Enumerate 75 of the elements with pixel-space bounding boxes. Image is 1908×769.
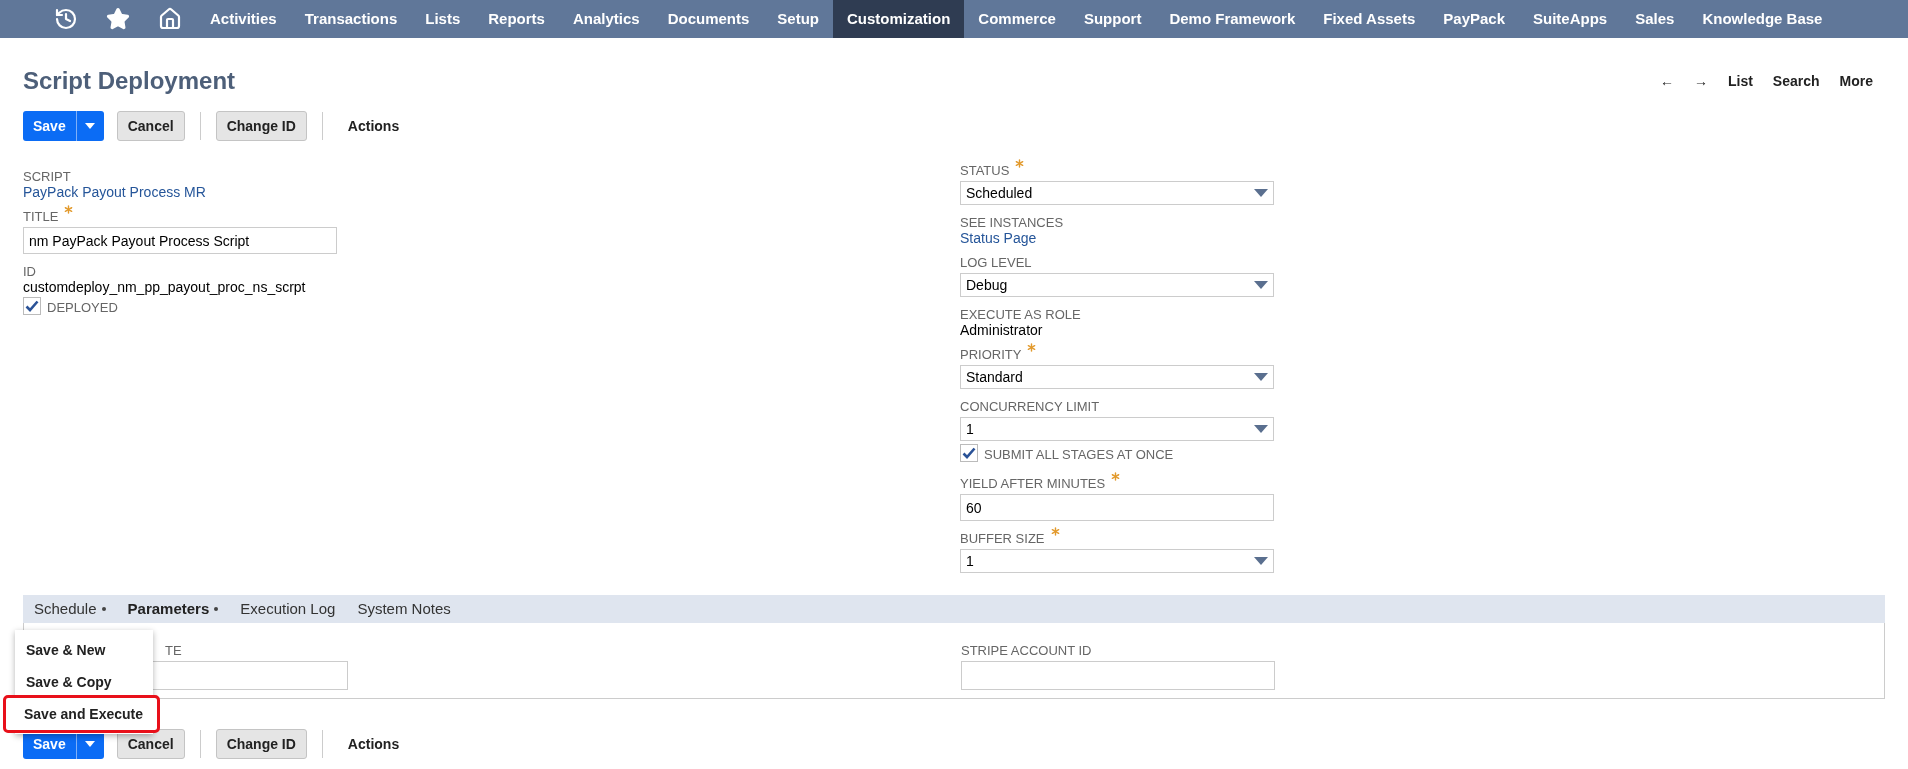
nav-item[interactable]: Lists	[411, 0, 475, 38]
page-nav-link[interactable]: ←	[1659, 70, 1674, 92]
nav-item[interactable]: Reports	[474, 0, 559, 38]
field-link[interactable]: Status Page	[960, 230, 1037, 247]
nav-item[interactable]: PayPack	[1429, 0, 1519, 38]
checkbox[interactable]	[23, 297, 41, 315]
nav-item[interactable]: Fixed Assets	[1309, 0, 1430, 38]
subtab[interactable]: Schedule	[34, 597, 106, 621]
field-label: SCRIPT	[23, 169, 71, 184]
nav-item[interactable]: Documents	[653, 0, 764, 38]
nav-item[interactable]: Customization	[833, 0, 965, 38]
checkbox-label: DEPLOYED	[47, 301, 118, 315]
page-nav-link[interactable]: More	[1839, 70, 1873, 92]
required-icon	[64, 205, 74, 214]
field-label: BUFFER SIZE	[960, 531, 1045, 546]
field-label: STRIPE ACCOUNT ID	[961, 643, 1093, 658]
field-value: customdeploy_nm_pp_payout_proc_ns_scrpt	[23, 279, 307, 296]
nav-item[interactable]: Setup	[763, 0, 833, 38]
field-label: TITLE	[23, 209, 59, 224]
required-icon	[1015, 159, 1025, 168]
field-label: TE	[164, 643, 183, 658]
page-nav-link[interactable]: Search	[1772, 70, 1820, 92]
field-label: EXECUTE AS ROLE	[960, 307, 1081, 322]
checkbox-label: SUBMIT ALL STAGES AT ONCE	[984, 448, 1174, 462]
nav-item[interactable]: Activities	[196, 0, 291, 38]
dropdown-arrow-icon	[1254, 189, 1268, 197]
dropdown-arrow-icon	[1254, 281, 1268, 289]
dropdown-arrow-icon	[1254, 373, 1268, 381]
required-icon	[1111, 472, 1121, 481]
menu-item[interactable]: Save and Execute	[6, 698, 157, 730]
subtab[interactable]: Execution Log	[240, 597, 336, 621]
required-icon	[1050, 527, 1060, 536]
page-nav-link[interactable]: →	[1693, 70, 1708, 92]
dropdown-field[interactable]: 1	[960, 549, 1274, 573]
field-label: LOG LEVEL	[960, 255, 1032, 270]
menu-item[interactable]: Save & New	[15, 634, 153, 666]
field-value: Administrator	[960, 322, 1044, 339]
nav-item[interactable]: Analytics	[558, 0, 654, 38]
caret-icon	[85, 123, 96, 129]
nav-item[interactable]: Transactions	[290, 0, 412, 38]
dropdown-field[interactable]: 1	[960, 417, 1274, 441]
nav-item[interactable]: Knowledge Base	[1688, 0, 1837, 38]
field-label: ID	[23, 264, 36, 279]
nav-item[interactable]: Commerce	[964, 0, 1070, 38]
caret-icon	[85, 741, 96, 747]
actions-button[interactable]: Actions	[337, 115, 410, 137]
required-icon	[1027, 343, 1037, 352]
dropdown-field[interactable]: Debug	[960, 273, 1274, 297]
toolbar-button[interactable]: Change ID	[215, 729, 307, 759]
page-title: Script Deployment	[23, 66, 236, 96]
subtab[interactable]: Parameters	[127, 597, 219, 621]
dropdown-arrow-icon	[1254, 425, 1268, 433]
dropdown-field[interactable]: Standard	[960, 365, 1274, 389]
toolbar-button[interactable]: Cancel	[116, 111, 185, 141]
field-label: STATUS	[960, 163, 1010, 178]
text-field[interactable]	[961, 661, 1275, 690]
nav-item[interactable]: Sales	[1621, 0, 1689, 38]
nav-item[interactable]: Support	[1069, 0, 1156, 38]
page-nav-link[interactable]: List	[1727, 70, 1753, 92]
field-label: YIELD AFTER MINUTES	[960, 476, 1106, 491]
menu-item[interactable]: Save & Copy	[15, 666, 153, 698]
dropdown-arrow-icon	[1254, 557, 1268, 565]
dropdown-field[interactable]: Scheduled	[960, 181, 1274, 205]
field-label: SEE INSTANCES	[960, 215, 1064, 230]
field-label: PRIORITY	[960, 347, 1022, 362]
checkbox[interactable]	[960, 444, 978, 462]
text-field[interactable]: 60	[960, 494, 1274, 521]
text-field[interactable]: nm PayPack Payout Process Script	[23, 227, 337, 254]
actions-button[interactable]: Actions	[337, 733, 410, 755]
toolbar-button[interactable]: Change ID	[215, 111, 307, 141]
nav-item[interactable]: SuiteApps	[1519, 0, 1622, 38]
subtab[interactable]: System Notes	[357, 597, 451, 621]
nav-item[interactable]: Demo Framework	[1155, 0, 1310, 38]
field-label: CONCURRENCY LIMIT	[960, 399, 1100, 414]
field-link[interactable]: PayPack Payout Process MR	[23, 184, 206, 201]
